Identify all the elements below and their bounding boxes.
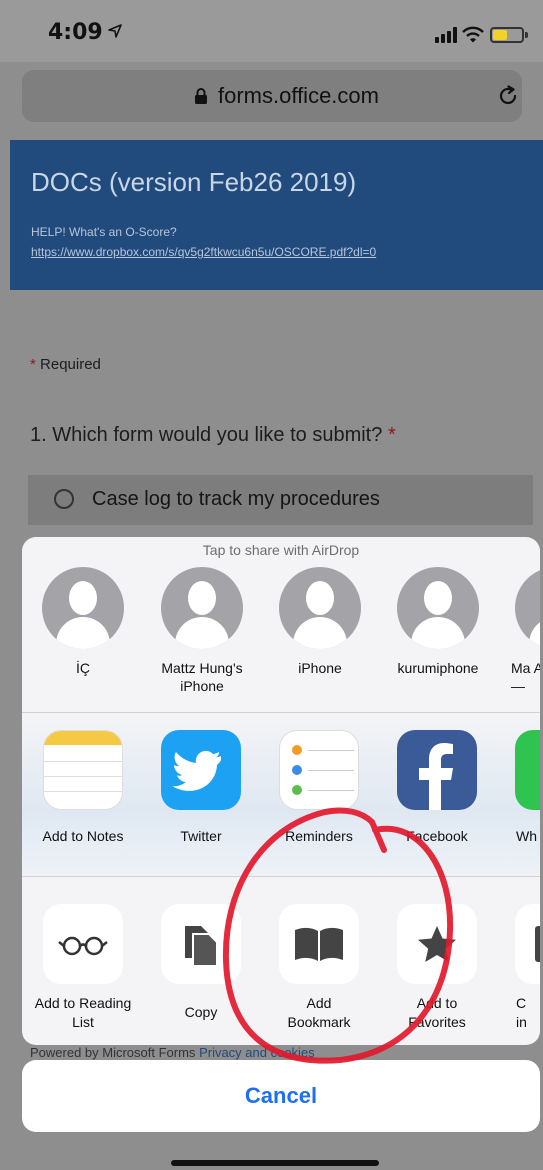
app-label: Facebook [406, 828, 468, 844]
question-title: 1. Which form would you like to submit? … [30, 424, 396, 447]
help-link[interactable]: https://www.dropbox.com/s/qv5g2ftkwcu6n5… [31, 245, 376, 259]
question-text: 1. Which form would you like to submit? [30, 424, 383, 446]
cancel-button[interactable]: Cancel [22, 1060, 540, 1132]
share-app-whatsapp[interactable]: Wh [496, 730, 540, 844]
reminders-app-icon [279, 730, 359, 810]
location-arrow-icon [108, 24, 122, 38]
status-bar: 4:09 [0, 0, 543, 62]
url-text: forms.office.com [218, 83, 379, 108]
battery-icon [490, 27, 528, 43]
twitter-app-icon [161, 730, 241, 810]
action-add-bookmark[interactable]: Add Bookmark [260, 904, 378, 1032]
facebook-app-icon [397, 730, 477, 810]
lock-icon [195, 88, 207, 104]
app-label: Twitter [180, 828, 222, 844]
cellular-signal-icon [435, 27, 457, 43]
airdrop-contact[interactable]: kurumiphone [383, 567, 493, 677]
app-label: Reminders [285, 828, 353, 844]
share-app-twitter[interactable]: Twitter [142, 730, 260, 844]
contact-name: kurumiphone [397, 660, 479, 676]
help-text: HELP! What's an O-Score? [31, 225, 177, 239]
option-case-log[interactable]: Case log to track my procedures [28, 475, 533, 525]
share-app-facebook[interactable]: Facebook [378, 730, 496, 844]
contact-name: iPhone [298, 660, 342, 676]
person-avatar-icon [161, 567, 243, 649]
book-icon [295, 927, 343, 961]
reload-icon[interactable] [496, 84, 520, 108]
contact-name: İÇ [76, 660, 90, 676]
required-note: * Required [30, 356, 101, 373]
share-actions-row: Add to Reading List Copy Add Bookmark Ad… [22, 882, 540, 1045]
airdrop-contact[interactable]: Ma Air — [501, 567, 540, 695]
privacy-link[interactable]: Privacy and cookies [199, 1045, 315, 1060]
copy-icon [185, 926, 218, 967]
share-apps-row: Add to Notes Twitter Reminders Facebook … [22, 712, 540, 877]
airdrop-contact[interactable]: İÇ [28, 567, 138, 677]
airdrop-contact[interactable]: Mattz Hung's iPhone [147, 567, 257, 695]
home-indicator [171, 1160, 379, 1166]
form-title: DOCs (version Feb26 2019) [31, 167, 357, 197]
action-add-favorites[interactable]: Add to Favorites [378, 904, 496, 1032]
wifi-icon [462, 26, 484, 43]
airdrop-contact[interactable]: iPhone [265, 567, 375, 677]
share-app-notes[interactable]: Add to Notes [24, 730, 142, 844]
share-sheet: Tap to share with AirDrop İÇ Mattz Hung'… [22, 537, 540, 1045]
action-label: Add to Reading List [34, 995, 132, 1030]
form-header: DOCs (version Feb26 2019) HELP! What's a… [10, 140, 543, 290]
notes-app-icon [43, 730, 123, 810]
partial-action-icon [535, 926, 540, 962]
action-label: C in [516, 995, 527, 1030]
star-icon [418, 926, 456, 962]
action-partial[interactable]: C in [496, 904, 540, 1032]
action-reading-list[interactable]: Add to Reading List [24, 904, 142, 1032]
share-app-reminders[interactable]: Reminders [260, 730, 378, 844]
contact-name: Ma Air — [511, 660, 540, 694]
required-label: Required [40, 356, 101, 373]
person-avatar-icon [515, 567, 540, 649]
person-avatar-icon [279, 567, 361, 649]
glasses-icon [58, 936, 108, 956]
required-star: * [30, 356, 36, 373]
app-label: Add to Notes [42, 828, 124, 844]
action-label: Copy [184, 1004, 218, 1020]
whatsapp-app-icon [515, 730, 540, 810]
question-required-star: * [387, 424, 396, 446]
airdrop-caption: Tap to share with AirDrop [202, 542, 360, 558]
option-label: Case log to track my procedures [92, 488, 380, 510]
status-time: 4:09 [48, 20, 103, 45]
contact-name: Mattz Hung's iPhone [161, 660, 243, 694]
address-bar[interactable]: forms.office.com [22, 70, 522, 122]
action-label: Add to Favorites [408, 995, 466, 1030]
app-label: Wh [516, 828, 537, 844]
radio-button[interactable] [54, 489, 74, 509]
person-avatar-icon [42, 567, 124, 649]
action-copy[interactable]: Copy [142, 904, 260, 1022]
powered-by-text: Powered by Microsoft Forms [30, 1045, 196, 1060]
powered-by-footer: Powered by Microsoft Forms Privacy and c… [30, 1045, 315, 1060]
action-label: Add Bookmark [287, 995, 351, 1030]
person-avatar-icon [397, 567, 479, 649]
